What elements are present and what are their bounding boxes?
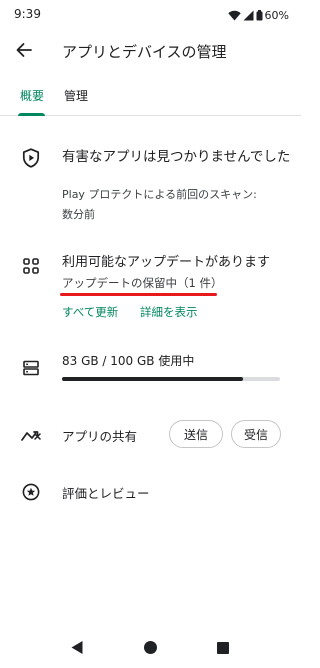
triangle-back-icon bbox=[70, 640, 84, 659]
send-button[interactable]: 送信 bbox=[169, 420, 223, 448]
last-scan-label: Play プロテクトによる前回のスキャン: bbox=[62, 188, 257, 201]
active-tab-indicator bbox=[18, 113, 45, 116]
last-scan-time: 数分前 bbox=[62, 208, 95, 221]
status-bar: 9:39 60% bbox=[0, 0, 301, 30]
signal-icon bbox=[243, 6, 254, 25]
ratings-reviews-item[interactable]: 評価とレビュー bbox=[62, 483, 150, 502]
nav-recents-button[interactable] bbox=[214, 640, 232, 658]
circle-home-icon bbox=[143, 640, 158, 659]
receive-button[interactable]: 受信 bbox=[231, 420, 281, 448]
status-time: 9:39 bbox=[14, 7, 41, 21]
arrow-back-icon bbox=[15, 41, 33, 63]
updates-available-title[interactable]: 利用可能なアップデートがあります bbox=[62, 251, 270, 270]
tab-bar: 概要 管理 bbox=[0, 80, 301, 116]
wifi-icon bbox=[227, 6, 241, 25]
play-protect-shield-icon bbox=[20, 147, 42, 169]
page-title: アプリとデバイスの管理 bbox=[62, 43, 227, 61]
app-bar: アプリとデバイスの管理 bbox=[0, 30, 301, 74]
tab-overview[interactable]: 概要 bbox=[20, 87, 44, 104]
show-details-button[interactable]: 詳細を表示 bbox=[140, 304, 198, 320]
highlight-underline bbox=[60, 293, 217, 296]
nav-home-button[interactable] bbox=[141, 640, 159, 658]
update-all-button[interactable]: すべて更新 bbox=[62, 304, 118, 320]
square-recents-icon bbox=[216, 640, 230, 659]
tab-manage[interactable]: 管理 bbox=[64, 87, 88, 104]
share-apps-label: アプリの共有 bbox=[62, 429, 138, 444]
battery-percent: 60% bbox=[264, 9, 289, 22]
share-apps-icon bbox=[20, 425, 42, 447]
nav-back-button[interactable] bbox=[68, 640, 86, 658]
updates-pending-text: アップデートの保留中（1 件） bbox=[62, 276, 223, 290]
apps-grid-icon bbox=[20, 255, 42, 277]
storage-progress-fill bbox=[62, 377, 243, 381]
storage-icon bbox=[20, 357, 42, 379]
play-protect-status[interactable]: 有害なアプリは見つかりませんでした bbox=[62, 145, 290, 165]
battery-icon bbox=[256, 6, 263, 25]
system-nav-bar bbox=[0, 630, 301, 668]
star-circle-icon bbox=[20, 481, 42, 503]
storage-usage-text[interactable]: 83 GB / 100 GB 使用中 bbox=[62, 352, 194, 369]
back-button[interactable] bbox=[12, 40, 36, 64]
status-icons: 60% bbox=[227, 6, 289, 25]
storage-progress-bar bbox=[62, 377, 280, 381]
